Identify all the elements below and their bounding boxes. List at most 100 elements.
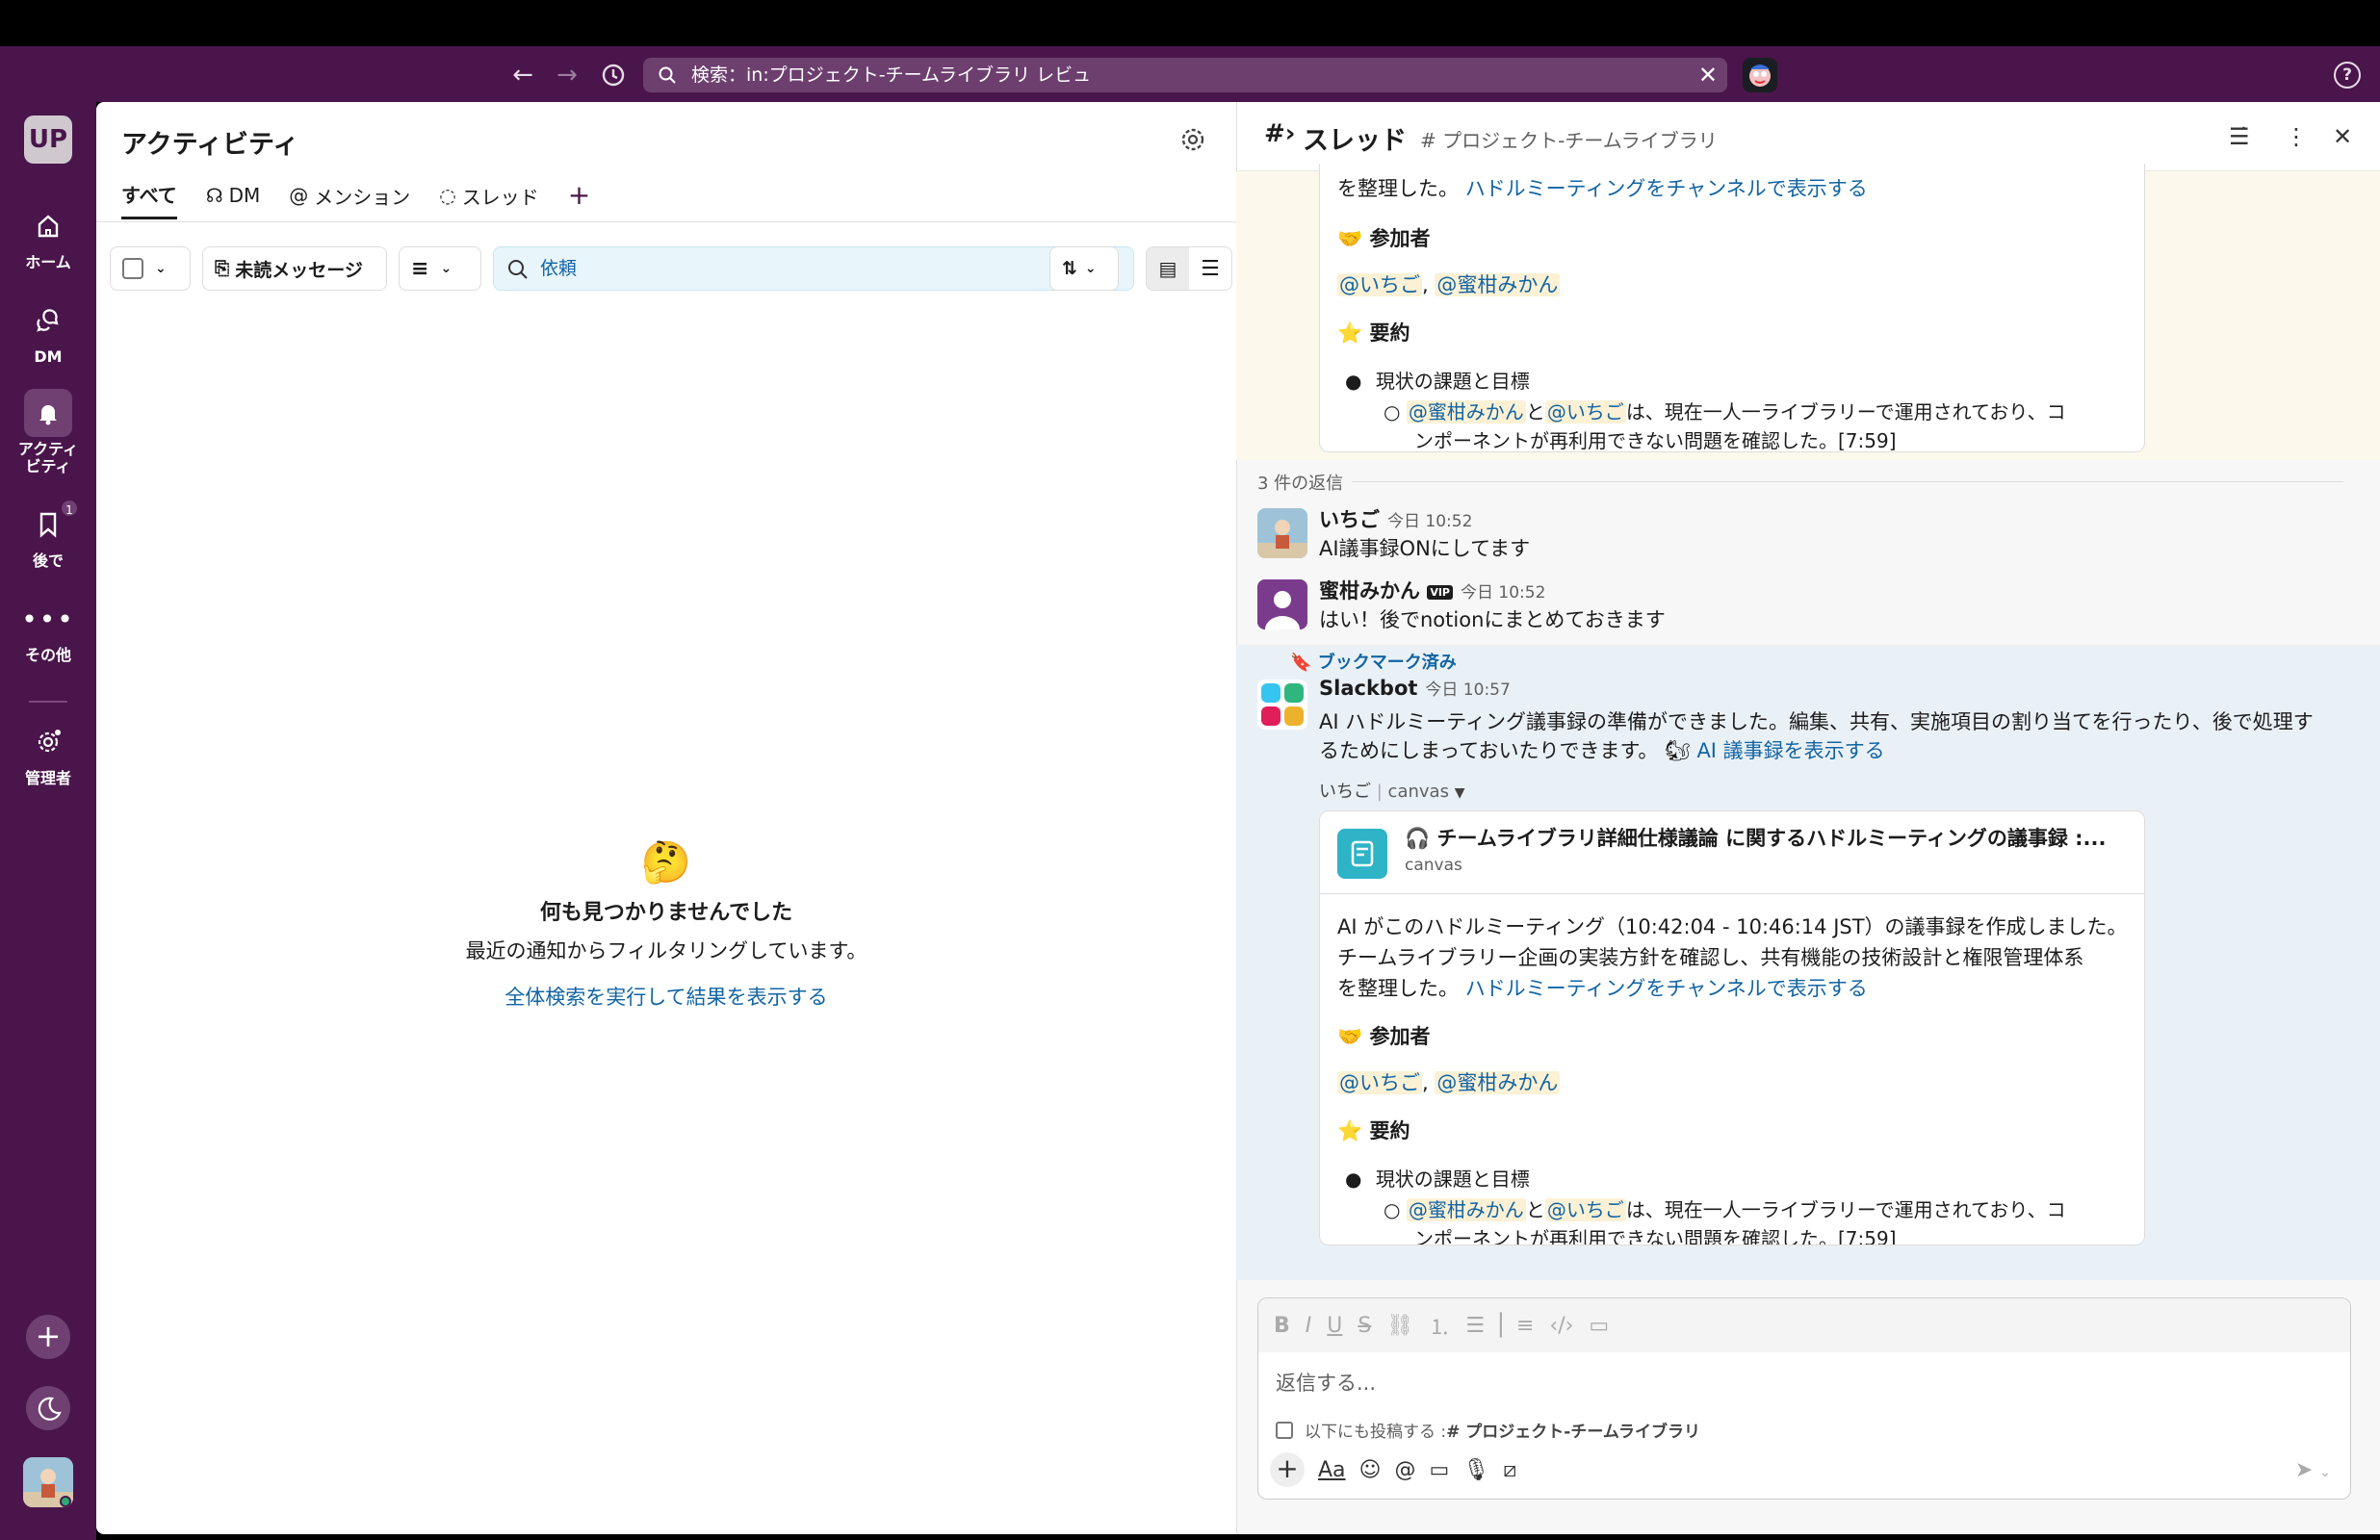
- rail-item-dm[interactable]: DM: [0, 296, 96, 366]
- microphone-icon[interactable]: 🎙: [1462, 1458, 1489, 1482]
- close-icon[interactable]: ✕: [2333, 123, 2352, 150]
- underline-icon[interactable]: U: [1327, 1314, 1342, 1338]
- handshake-icon: 🤝: [1337, 1025, 1363, 1048]
- at-icon: @: [289, 184, 309, 207]
- format-toggle-button[interactable]: Aa: [1318, 1458, 1346, 1482]
- slackbot-avatar[interactable]: [1257, 680, 1307, 730]
- unread-filter-button[interactable]: ⎘ 未読メッセージ: [202, 246, 387, 291]
- rail-item-home[interactable]: ホーム: [0, 202, 96, 271]
- also-post-option[interactable]: 以下にも投稿する :# プロジェクト-チームライブラリ: [1276, 1418, 1700, 1442]
- message-time[interactable]: 今日 10:52: [1461, 583, 1545, 603]
- dm-icon: [37, 309, 59, 332]
- mention[interactable]: @いちご: [1337, 1071, 1422, 1094]
- message-author[interactable]: いちご 今日 10:52: [1319, 504, 1472, 533]
- link-icon[interactable]: ⛓: [1386, 1314, 1413, 1338]
- help-icon[interactable]: ?: [2334, 62, 2361, 89]
- full-search-link[interactable]: 全体検索を実行して結果を表示する: [96, 982, 1236, 1011]
- mention[interactable]: @蜜柑みかん: [1406, 400, 1526, 424]
- create-button[interactable]: +: [26, 1315, 70, 1359]
- bold-icon[interactable]: B: [1274, 1314, 1290, 1338]
- activity-tabs: すべて ☊ DM @ メンション ◌ スレッド +: [121, 181, 619, 219]
- add-tab-button[interactable]: +: [568, 181, 590, 219]
- strikethrough-icon[interactable]: S: [1358, 1314, 1371, 1338]
- participants-heading: 🤝 参加者: [1337, 1025, 1431, 1048]
- blockquote-icon[interactable]: ▏≡: [1500, 1314, 1534, 1338]
- rail-item-activity[interactable]: アクティビティ: [0, 389, 96, 475]
- message-author[interactable]: Slackbot 今日 10:57: [1319, 676, 1511, 700]
- tab-mentions[interactable]: @ メンション: [289, 181, 410, 219]
- gear-icon: [38, 730, 61, 753]
- code-icon[interactable]: ‹/›: [1549, 1314, 1573, 1338]
- settings-gear-icon[interactable]: [1178, 125, 1207, 154]
- clear-search-icon[interactable]: ✕: [1698, 58, 1718, 92]
- mention[interactable]: @いちご: [1337, 273, 1422, 296]
- mention[interactable]: @蜜柑みかん: [1435, 273, 1561, 296]
- rail-item-later[interactable]: 1 後で: [0, 499, 96, 570]
- message-time[interactable]: 今日 10:57: [1425, 680, 1510, 700]
- select-all-checkbox[interactable]: [122, 258, 143, 279]
- thread-header: #› スレッド # プロジェクト-チームライブラリ ☰̇ ⋮ ✕: [1237, 102, 2380, 171]
- empty-state: 🤔 何も見つかりませんでした 最近の通知からフィルタリングしています。 全体検索…: [96, 837, 1236, 1011]
- ai-notes-link[interactable]: AI 議事録を表示する: [1696, 739, 1884, 762]
- more-options-icon[interactable]: ⋮: [2285, 123, 2308, 150]
- send-button[interactable]: ➤ ⌄: [2295, 1458, 2331, 1482]
- rail-label: 後で: [32, 552, 64, 570]
- app-icon[interactable]: [1743, 58, 1777, 92]
- participants-heading: 🤝 参加者: [1337, 227, 1431, 250]
- thread-icon: ◌: [439, 184, 456, 207]
- list-view-button[interactable]: ☰: [1189, 247, 1231, 290]
- mention[interactable]: @いちご: [1544, 1198, 1626, 1221]
- huddle-link[interactable]: ハドルミーティングをチャンネルで表示する: [1465, 977, 1868, 1000]
- canvas-card[interactable]: 🎧 チームライブラリ詳細仕様議論 に関するハドルミーティングの議事録 :... …: [1319, 810, 2145, 1245]
- mention[interactable]: @いちご: [1544, 400, 1626, 424]
- canvas-card-header: 🎧 チームライブラリ詳細仕様議論 に関するハドルミーティングの議事録 :... …: [1320, 811, 2144, 894]
- message-author[interactable]: 蜜柑みかん VIP 今日 10:52: [1319, 576, 1545, 604]
- code-block-icon[interactable]: ▭: [1589, 1314, 1609, 1338]
- workspace-icon[interactable]: UP: [24, 116, 72, 164]
- reply-count: 3 件の返信: [1257, 474, 1344, 494]
- activity-panel: アクティビティ すべて ☊ DM @ メンション ◌ スレッド + ⌄ ⎘ 未読メッセ…: [96, 102, 1236, 1534]
- emoji-icon[interactable]: ☺: [1359, 1458, 1382, 1482]
- forward-button[interactable]: →: [551, 60, 583, 90]
- tab-threads[interactable]: ◌ スレッド: [439, 181, 538, 219]
- video-icon[interactable]: ▭: [1429, 1458, 1449, 1482]
- canvas-card-top[interactable]: を整理した。 ハドルミーティングをチャンネルで表示する 🤝 参加者 @いちご, …: [1319, 164, 2145, 452]
- select-all-dropdown[interactable]: ⌄: [110, 246, 191, 291]
- chevron-down-icon: ⌄: [1084, 261, 1097, 276]
- chevron-down-icon[interactable]: ⌄: [2319, 1465, 2331, 1480]
- tab-all[interactable]: すべて: [121, 181, 177, 219]
- ai-summary-icon[interactable]: ☰̇: [2229, 123, 2250, 150]
- history-button[interactable]: [597, 60, 630, 90]
- attach-plus-button[interactable]: +: [1270, 1452, 1305, 1487]
- rail-item-admin[interactable]: 管理者: [0, 718, 96, 787]
- thread-channel[interactable]: # プロジェクト-チームライブラリ: [1420, 125, 1718, 153]
- theme-toggle[interactable]: [26, 1386, 70, 1430]
- avatar[interactable]: [1257, 508, 1307, 558]
- message-time[interactable]: 今日 10:52: [1387, 512, 1472, 531]
- ordered-list-icon[interactable]: ⒈: [1429, 1310, 1450, 1341]
- italic-icon[interactable]: I: [1306, 1314, 1312, 1338]
- huddle-link[interactable]: ハドルミーティングをチャンネルで表示する: [1465, 177, 1868, 200]
- filter-dropdown[interactable]: ≡ ⌄: [399, 246, 481, 291]
- tab-dm[interactable]: ☊ DM: [206, 181, 260, 219]
- mention[interactable]: @蜜柑みかん: [1406, 1198, 1526, 1221]
- bullet-list-icon[interactable]: ☰: [1465, 1314, 1485, 1338]
- card-view-button[interactable]: ▤: [1147, 247, 1189, 290]
- rail-label: ホーム: [25, 253, 71, 271]
- also-post-checkbox[interactable]: [1276, 1421, 1293, 1439]
- share-author[interactable]: いちご: [1319, 782, 1371, 802]
- mention-icon[interactable]: @: [1394, 1458, 1415, 1482]
- avatar[interactable]: [1257, 579, 1307, 629]
- reply-input[interactable]: 返信する...: [1276, 1368, 1376, 1397]
- caret-down-icon[interactable]: ▼: [1455, 785, 1465, 801]
- sort-dropdown[interactable]: ⇅ ⌄: [1049, 246, 1119, 291]
- rail-item-more[interactable]: ••• その他: [0, 595, 96, 664]
- search-bar[interactable]: 検索：in:プロジェクト-チームライブラリ レビュ ✕: [643, 58, 1727, 92]
- user-avatar[interactable]: [23, 1457, 73, 1507]
- shortcut-icon[interactable]: ⧄: [1503, 1458, 1516, 1482]
- card-view-icon: ▤: [1158, 257, 1177, 280]
- activity-search-input[interactable]: 依頼 ✕: [493, 246, 1134, 291]
- back-button[interactable]: ←: [506, 60, 539, 90]
- canvas-title[interactable]: 🎧 チームライブラリ詳細仕様議論 に関するハドルミーティングの議事録 :...: [1405, 823, 2127, 852]
- mention[interactable]: @蜜柑みかん: [1435, 1071, 1561, 1094]
